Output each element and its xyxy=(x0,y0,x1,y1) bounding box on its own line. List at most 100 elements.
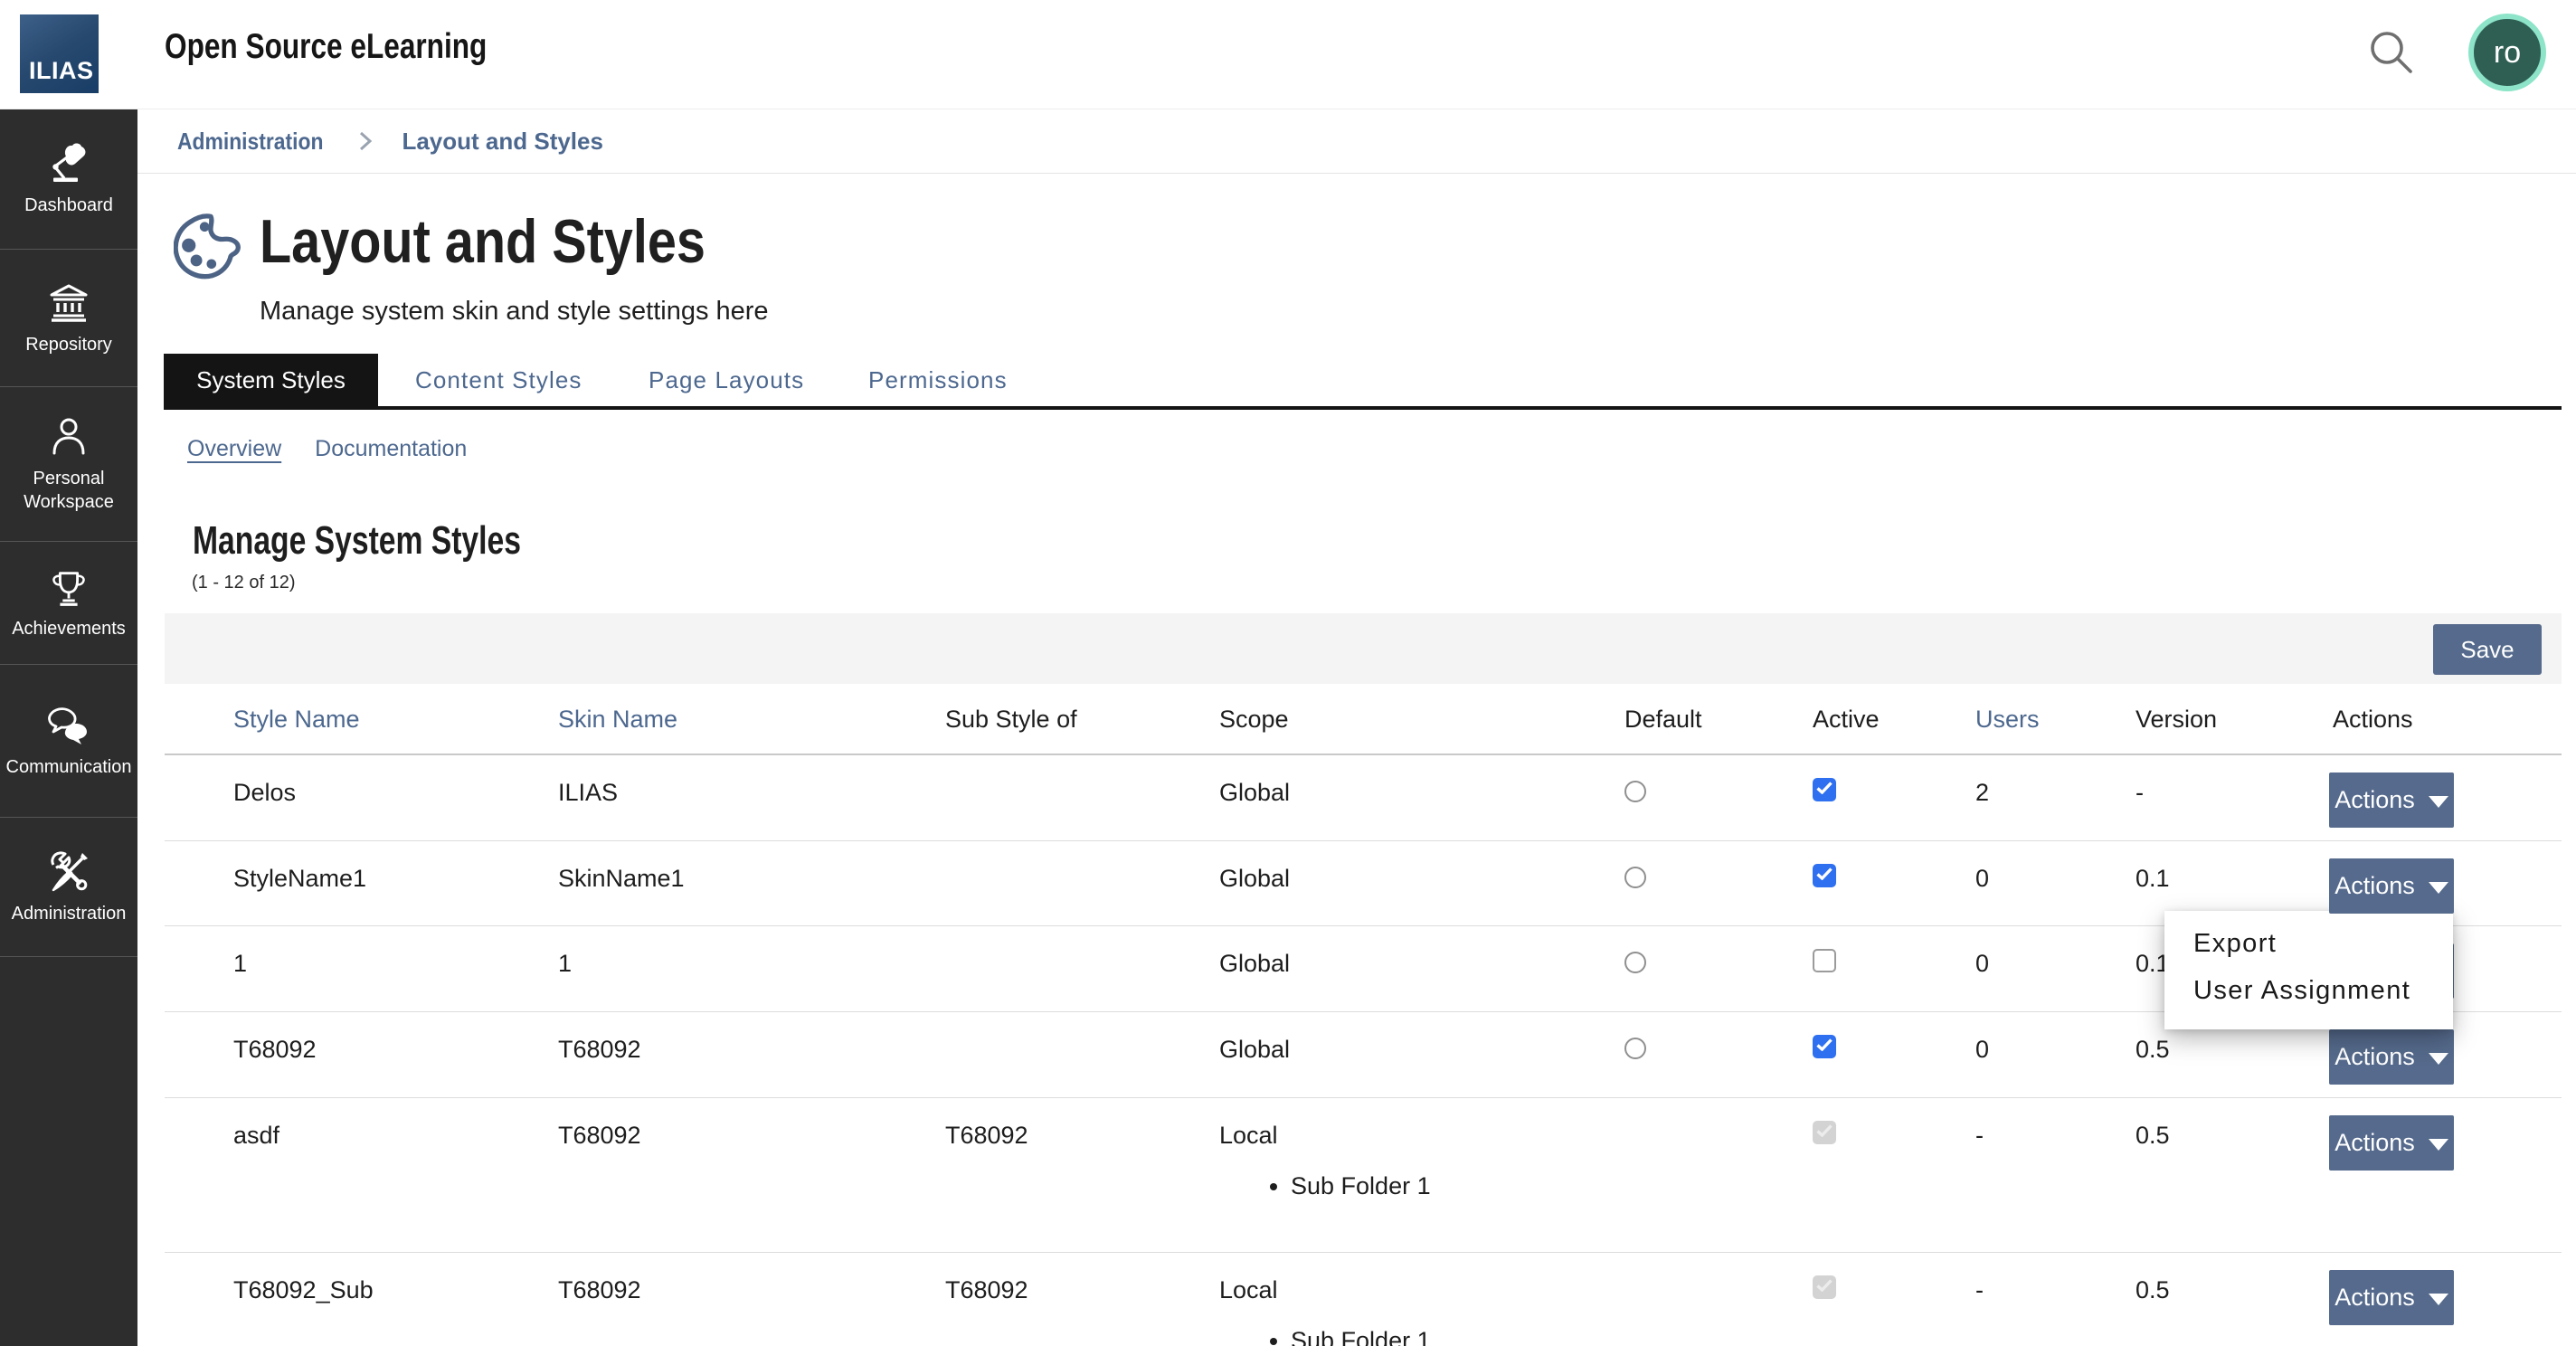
palette-icon xyxy=(174,212,242,280)
default-radio[interactable] xyxy=(1624,867,1646,888)
cell-style-name: asdf xyxy=(165,1098,558,1252)
save-button[interactable]: Save xyxy=(2433,624,2542,675)
cell-active xyxy=(1813,755,1975,844)
sidebar-item-personal-workspace[interactable]: Personal Workspace xyxy=(0,387,137,542)
sidebar-item-administration[interactable]: Administration xyxy=(0,818,137,957)
column-header-skin-name[interactable]: Skin Name xyxy=(558,684,945,754)
active-checkbox[interactable] xyxy=(1813,949,1836,972)
cell-default xyxy=(1624,926,1813,1015)
cell-default-empty xyxy=(1624,1253,1813,1346)
caret-down-icon xyxy=(2429,1294,2448,1305)
search-button[interactable] xyxy=(2368,29,2415,76)
table-row: T68092_Sub T68092 T68092 Local Sub Folde… xyxy=(165,1253,2562,1346)
bank-icon xyxy=(47,281,90,325)
tab-system-styles[interactable]: System Styles xyxy=(164,354,378,406)
cell-scope-label: Local xyxy=(1219,1122,1278,1149)
cell-skin-name: T68092 xyxy=(558,1253,945,1346)
actions-button-label: Actions xyxy=(2334,1284,2415,1312)
subtab-bar: Overview Documentation xyxy=(187,436,467,462)
sidebar-item-achievements[interactable]: Achievements xyxy=(0,542,137,665)
cell-skin-name: T68092 xyxy=(558,1012,945,1101)
sidebar-item-dashboard[interactable]: Dashboard xyxy=(0,109,137,250)
actions-button[interactable]: Actions xyxy=(2329,1270,2454,1325)
table-row: Delos ILIAS Global 2 - Actions xyxy=(165,755,2562,841)
column-header-version: Version xyxy=(2136,684,2329,754)
scope-sub-list: Sub Folder 1 xyxy=(1219,1171,1624,1200)
cell-sub-style-of xyxy=(945,926,1219,1015)
cell-users: 2 xyxy=(1975,755,2136,844)
site-title: Open Source eLearning xyxy=(165,27,487,67)
cell-skin-name: T68092 xyxy=(558,1098,945,1252)
cell-scope: Global xyxy=(1219,841,1624,930)
cell-skin-name: SkinName1 xyxy=(558,841,945,930)
cell-actions: Actions xyxy=(2329,1253,2562,1346)
dropdown-item-user-assignment[interactable]: User Assignment xyxy=(2164,967,2453,1014)
sidebar-item-label: Repository xyxy=(25,334,112,355)
section-heading: Manage System Styles xyxy=(193,518,521,564)
cell-default xyxy=(1624,1012,1813,1101)
cell-scope-label: Local xyxy=(1219,1276,1278,1303)
cell-scope: Global xyxy=(1219,755,1624,844)
cell-style-name: 1 xyxy=(165,926,558,1015)
cell-scope: Local Sub Folder 1 xyxy=(1219,1253,1624,1346)
sidebar-item-label: Achievements xyxy=(12,618,126,640)
main-content: Administration Layout and Styles Layout … xyxy=(137,109,2576,1346)
cell-style-name: Delos xyxy=(165,755,558,844)
active-checkbox[interactable] xyxy=(1813,864,1836,887)
tab-page-layouts[interactable]: Page Layouts xyxy=(649,354,804,406)
column-header-scope: Scope xyxy=(1219,684,1624,754)
breadcrumb: Administration Layout and Styles xyxy=(137,109,2576,174)
ilias-admin-page: ILIAS Open Source eLearning ro Dashboard xyxy=(0,0,2576,1346)
sidebar-item-communication[interactable]: Communication xyxy=(0,665,137,818)
column-header-users[interactable]: Users xyxy=(1975,684,2136,754)
cell-skin-name: ILIAS xyxy=(558,755,945,844)
default-radio[interactable] xyxy=(1624,952,1646,973)
avatar-initials: ro xyxy=(2494,35,2521,71)
actions-button[interactable]: Actions xyxy=(2329,1029,2454,1085)
active-checkbox[interactable] xyxy=(1813,1035,1836,1058)
avatar[interactable]: ro xyxy=(2468,14,2546,91)
ilias-logo[interactable]: ILIAS xyxy=(20,14,99,93)
default-radio[interactable] xyxy=(1624,1038,1646,1059)
breadcrumb-administration[interactable]: Administration xyxy=(177,128,323,156)
cell-users: 0 xyxy=(1975,1012,2136,1101)
cell-scope: Local Sub Folder 1 xyxy=(1219,1098,1624,1252)
actions-button-open[interactable]: Actions xyxy=(2329,858,2454,914)
column-header-style-name[interactable]: Style Name xyxy=(165,684,558,754)
lamp-icon xyxy=(47,142,90,185)
cell-active xyxy=(1813,1253,1975,1346)
actions-button-label: Actions xyxy=(2334,1129,2415,1157)
breadcrumb-layout-and-styles[interactable]: Layout and Styles xyxy=(402,128,603,156)
cell-users: 0 xyxy=(1975,841,2136,930)
cell-active xyxy=(1813,1098,1975,1252)
tools-icon xyxy=(47,850,90,894)
tab-permissions[interactable]: Permissions xyxy=(868,354,1008,406)
cell-scope: Global xyxy=(1219,926,1624,1015)
table-row: asdf T68092 T68092 Local Sub Folder 1 - … xyxy=(165,1098,2562,1253)
page-title: Layout and Styles xyxy=(260,208,706,275)
active-checkbox[interactable] xyxy=(1813,778,1836,801)
tab-content-styles[interactable]: Content Styles xyxy=(415,354,582,406)
sidebar-item-repository[interactable]: Repository xyxy=(0,250,137,387)
actions-button[interactable]: Actions xyxy=(2329,1115,2454,1171)
chevron-right-icon xyxy=(355,128,375,155)
cell-actions: Actions xyxy=(2329,1098,2562,1252)
caret-down-icon xyxy=(2429,796,2448,808)
cell-sub-style-of: T68092 xyxy=(945,1253,1219,1346)
caret-down-icon xyxy=(2429,882,2448,894)
table-header-row: Style Name Skin Name Sub Style of Scope … xyxy=(165,684,2562,755)
cell-users: - xyxy=(1975,1098,2136,1252)
active-checkbox-disabled xyxy=(1813,1121,1836,1144)
dropdown-item-export[interactable]: Export xyxy=(2164,920,2453,967)
subtab-documentation[interactable]: Documentation xyxy=(315,436,467,461)
subtab-overview[interactable]: Overview xyxy=(187,436,281,461)
actions-button[interactable]: Actions xyxy=(2329,773,2454,828)
cell-default xyxy=(1624,755,1813,844)
cell-skin-name: 1 xyxy=(558,926,945,1015)
speech-bubbles-icon xyxy=(46,704,91,747)
cell-sub-style-of xyxy=(945,1012,1219,1101)
top-bar: ILIAS Open Source eLearning ro xyxy=(0,0,2576,109)
sidebar-item-label: Personal xyxy=(33,468,105,489)
cell-actions: Actions xyxy=(2329,755,2562,844)
default-radio[interactable] xyxy=(1624,781,1646,802)
